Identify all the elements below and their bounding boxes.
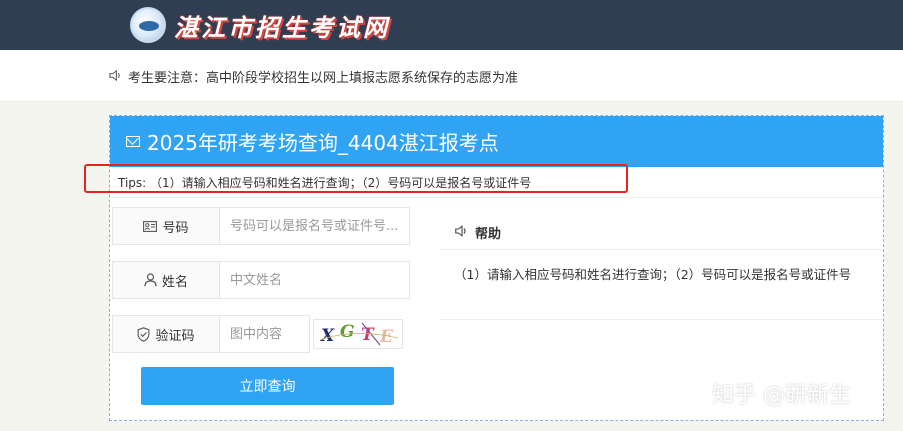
- submit-query-button[interactable]: 立即查询: [141, 367, 394, 405]
- help-box: 帮助 （1）请输入相应号码和姓名进行查询；（2）号码可以是报名号或证件号: [439, 210, 883, 320]
- name-row: 姓名: [110, 261, 410, 299]
- site-logo[interactable]: 湛江市招生考试网: [130, 3, 390, 47]
- captcha-image[interactable]: X G T E: [313, 319, 403, 349]
- speaker-icon: [109, 69, 120, 82]
- captcha-noise: [319, 322, 399, 346]
- speaker-icon: [455, 225, 466, 237]
- help-header: 帮助: [439, 210, 883, 250]
- number-row: 号码: [110, 207, 410, 245]
- watermark: 知乎 @研新生: [712, 383, 851, 408]
- notice-bar: 考生要注意：高中阶段学校招生以网上填报志愿系统保存的志愿为准: [0, 50, 903, 102]
- captcha-row: 验证码: [110, 315, 310, 353]
- number-label: 号码: [112, 207, 220, 245]
- divider: [439, 319, 883, 320]
- name-label-text: 姓名: [161, 274, 188, 290]
- query-panel: 2025年研考考场查询_4404湛江报考点 Tips: （1）请输入相应号码和姓…: [109, 115, 884, 421]
- site-header: 湛江市招生考试网: [0, 0, 903, 50]
- site-title: 湛江市招生考试网: [174, 12, 390, 42]
- help-text: （1）请输入相应号码和姓名进行查询；（2）号码可以是报名号或证件号: [454, 267, 852, 282]
- divider: [110, 197, 883, 198]
- notice-text: 考生要注意：高中阶段学校招生以网上填报志愿系统保存的志愿为准: [128, 71, 519, 86]
- shield-check-icon: [138, 326, 150, 342]
- captcha-label: 验证码: [112, 315, 220, 353]
- captcha-input[interactable]: [220, 315, 310, 353]
- tips-highlight-box: [84, 164, 628, 193]
- zj-emblem-icon: [130, 7, 166, 43]
- captcha-label-text: 验证码: [155, 328, 195, 344]
- mail-icon: [126, 136, 140, 147]
- user-icon: [144, 273, 157, 287]
- id-card-icon: [143, 220, 158, 232]
- name-label: 姓名: [112, 261, 220, 299]
- panel-title: 2025年研考考场查询_4404湛江报考点: [147, 131, 499, 155]
- name-input[interactable]: [220, 261, 410, 299]
- panel-header: 2025年研考考场查询_4404湛江报考点: [110, 116, 883, 167]
- help-title: 帮助: [475, 227, 502, 242]
- number-input[interactable]: [220, 207, 410, 245]
- number-label-text: 号码: [162, 220, 189, 236]
